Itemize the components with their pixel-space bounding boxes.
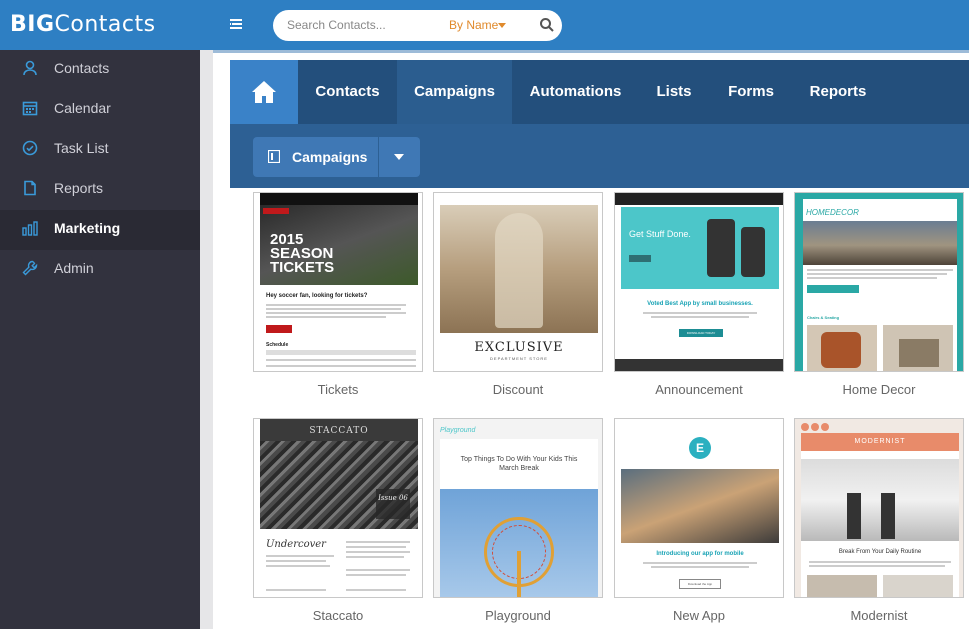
search-by-caret-icon[interactable] — [498, 23, 506, 28]
template-body-title: Hey soccer fan, looking for tickets? — [266, 293, 368, 299]
template-card-modernist[interactable]: MODERNIST Break From Your Daily Routine … — [794, 418, 964, 623]
sidebar-item-label: Calendar — [54, 100, 111, 116]
sub-nav: Campaigns — [230, 124, 969, 188]
tab-forms[interactable]: Forms — [709, 60, 793, 124]
template-name: Home Decor — [842, 382, 916, 397]
template-headline: EXCLUSIVE — [474, 340, 564, 355]
template-name: New App — [672, 608, 726, 623]
top-divider — [200, 50, 969, 53]
template-headline: STACCATO — [309, 426, 369, 436]
template-button: Download the App — [679, 579, 721, 589]
search-by-dropdown[interactable]: By Name — [449, 10, 498, 41]
template-headline: HOMEDECOR — [806, 208, 859, 217]
template-name: Announcement — [655, 382, 743, 397]
sidebar-item-reports[interactable]: Reports — [0, 170, 200, 210]
template-card-home-decor[interactable]: HOMEDECOR Chairs & Seating Home Decor — [794, 192, 964, 397]
template-headline: MODERNIST — [801, 433, 959, 451]
template-card-new-app[interactable]: E Introducing our app for mobile Downloa… — [614, 418, 784, 623]
template-name: Tickets — [317, 382, 359, 397]
sidebar-item-task-list[interactable]: Task List — [0, 130, 200, 170]
template-name: Staccato — [312, 608, 364, 623]
chevron-down-icon — [394, 154, 404, 160]
template-section: Chairs & Seating — [807, 315, 840, 320]
template-thumbnail[interactable]: EXCLUSIVE DEPARTMENT STORE — [433, 192, 603, 372]
template-card-staccato[interactable]: STACCATO Issue 06 Undercover Staccato — [253, 418, 423, 623]
tab-contacts[interactable]: Contacts — [298, 60, 397, 124]
tab-campaigns[interactable]: Campaigns — [397, 60, 512, 124]
template-body-title: Break From Your Daily Routine — [838, 549, 922, 555]
home-icon — [252, 81, 276, 103]
template-thumbnail[interactable]: HOMEDECOR Chairs & Seating — [794, 192, 964, 372]
template-card-tickets[interactable]: 2015 SEASON TICKETS Hey soccer fan, look… — [253, 192, 423, 397]
sidebar-gutter — [200, 50, 213, 629]
sidebar-item-label: Task List — [54, 140, 109, 156]
wrench-icon — [22, 260, 38, 276]
sidebar-item-admin[interactable]: Admin — [0, 250, 200, 290]
template-body-title: Voted Best App by small businesses. — [647, 301, 753, 307]
sidebar-item-contacts[interactable]: Contacts — [0, 50, 200, 90]
sidebar-item-label: Contacts — [54, 60, 110, 76]
sidebar-item-label: Admin — [54, 260, 94, 276]
template-name: Playground — [485, 608, 551, 623]
template-badge: Issue 06 — [376, 489, 410, 519]
search-icon[interactable] — [539, 17, 555, 33]
tab-automations[interactable]: Automations — [512, 60, 639, 124]
top-bar: BIGContacts Search Contacts... By Name — [0, 0, 969, 50]
template-name: Discount — [492, 382, 544, 397]
search-input[interactable]: Search Contacts... — [287, 10, 386, 41]
template-thumbnail[interactable]: Get Stuff Done. Voted Best App by small … — [614, 192, 784, 372]
calendar-icon — [22, 100, 38, 116]
template-body-title: Top Things To Do With Your Kids This Mar… — [460, 456, 578, 472]
check-circle-icon — [22, 140, 38, 156]
main-nav: Contacts Campaigns Automations Lists For… — [230, 60, 969, 124]
template-button: DOWNLOAD TODAY — [679, 329, 723, 337]
template-body-title: Introducing our app for mobile — [656, 551, 744, 557]
template-thumbnail[interactable]: MODERNIST Break From Your Daily Routine — [794, 418, 964, 598]
template-body-title: Undercover — [266, 539, 326, 550]
template-headline: Playground — [440, 427, 476, 434]
template-subtitle: DEPARTMENT STORE — [490, 356, 548, 361]
template-headline: E — [689, 437, 711, 459]
sidebar: Contacts Calendar Task List Reports Mark… — [0, 50, 200, 629]
template-card-announcement[interactable]: Get Stuff Done. Voted Best App by small … — [614, 192, 784, 397]
campaigns-button-label: Campaigns — [292, 149, 368, 165]
campaigns-dropdown-toggle[interactable] — [379, 137, 420, 177]
template-card-playground[interactable]: Playground Top Things To Do With Your Ki… — [433, 418, 603, 623]
template-thumbnail[interactable]: E Introducing our app for mobile Downloa… — [614, 418, 784, 598]
template-headline: 2015 SEASON TICKETS — [270, 231, 335, 276]
template-section: Schedule — [266, 342, 289, 348]
campaign-book-icon — [267, 149, 281, 164]
template-headline: Get Stuff Done. — [629, 229, 691, 239]
bar-chart-icon — [22, 220, 38, 236]
template-card-discount[interactable]: EXCLUSIVE DEPARTMENT STORE Discount — [433, 192, 603, 397]
tab-lists[interactable]: Lists — [639, 60, 709, 124]
tab-reports[interactable]: Reports — [793, 60, 883, 124]
template-thumbnail[interactable]: 2015 SEASON TICKETS Hey soccer fan, look… — [253, 192, 423, 372]
template-thumbnail[interactable]: Playground Top Things To Do With Your Ki… — [433, 418, 603, 598]
document-icon — [22, 180, 38, 196]
menu-toggle-icon[interactable] — [228, 16, 244, 32]
sidebar-item-label: Marketing — [54, 220, 121, 236]
app-logo[interactable]: BIGContacts — [10, 12, 156, 37]
search-bar[interactable]: Search Contacts... By Name — [273, 10, 562, 41]
sidebar-item-marketing[interactable]: Marketing — [0, 210, 200, 250]
sidebar-item-label: Reports — [54, 180, 104, 196]
home-button[interactable] — [230, 60, 298, 124]
template-name: Modernist — [850, 608, 908, 623]
template-thumbnail[interactable]: STACCATO Issue 06 Undercover — [253, 418, 423, 598]
user-icon — [22, 60, 38, 76]
campaigns-button[interactable]: Campaigns — [253, 137, 378, 177]
sidebar-item-calendar[interactable]: Calendar — [0, 90, 200, 130]
